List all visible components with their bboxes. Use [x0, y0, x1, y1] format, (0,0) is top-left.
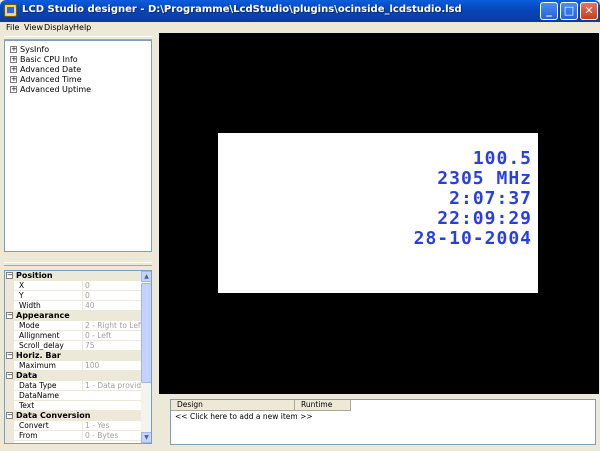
window-title: LCD Studio designer - D:\Programme\LcdSt…	[22, 4, 462, 15]
plugin-tree: + SysInfo + Basic CPU Info + Advanced Date + Ad…	[4, 40, 152, 252]
tree-item-label: SysInfo	[20, 45, 50, 54]
property-category[interactable]: − Appearance	[5, 311, 141, 321]
category-label: Position	[16, 271, 53, 280]
property-row[interactable]: DataName	[5, 391, 141, 401]
property-name: Width	[19, 301, 41, 310]
property-row[interactable]: Mode 2 - Right to Left	[5, 321, 141, 331]
property-name: Y	[19, 291, 24, 300]
property-value[interactable]: 0 - Bytes	[82, 431, 141, 440]
tree-item[interactable]: + Basic CPU Info	[10, 55, 78, 65]
expand-icon[interactable]: +	[10, 46, 17, 53]
column-header-design[interactable]: Design	[171, 400, 295, 411]
tree-item-label: Advanced Date	[20, 65, 82, 74]
property-value[interactable]: 0	[82, 291, 141, 300]
minimize-button[interactable]: _	[540, 2, 558, 20]
expand-icon[interactable]: +	[10, 86, 17, 93]
app-icon	[4, 4, 17, 17]
menu-display[interactable]: Display	[44, 23, 74, 32]
property-row[interactable]: X0	[5, 281, 141, 291]
property-row[interactable]: Y0	[5, 291, 141, 301]
tree-item[interactable]: + Advanced Time	[10, 75, 82, 85]
collapse-icon[interactable]: −	[6, 352, 13, 359]
category-label: Data Conversion	[16, 411, 91, 420]
menu-help[interactable]: Help	[73, 23, 91, 32]
tree-item-label: Advanced Time	[20, 75, 82, 84]
menu-file[interactable]: File	[6, 23, 19, 32]
property-name: Maximum	[19, 361, 56, 370]
tree-item[interactable]: + SysInfo	[10, 45, 49, 55]
category-label: Data	[16, 371, 38, 380]
tree-item-label: Advanced Uptime	[20, 85, 92, 94]
add-item-row[interactable]: << Click here to add a new item >>	[175, 412, 313, 421]
property-name: Mode	[19, 321, 40, 330]
property-pane-grip[interactable]	[4, 262, 152, 266]
lcd-line[interactable]: 2305 MHz	[437, 169, 532, 189]
design-canvas: 100.5 2305 MHz 2:07:37 22:09:29 28-10-2004	[159, 33, 599, 394]
tree-item[interactable]: + Advanced Uptime	[10, 85, 91, 95]
property-value[interactable]: 1 - Yes	[82, 421, 141, 430]
property-category[interactable]: − Data	[5, 371, 141, 381]
property-row[interactable]: Maximum 100	[5, 361, 141, 371]
lcd-line[interactable]: 2:07:37	[449, 189, 532, 209]
property-name: From	[19, 431, 38, 440]
category-label: Appearance	[16, 311, 70, 320]
property-grid: − Position X 0 Y 0 Width 40− Appearance Mode 2 - R…	[4, 270, 152, 444]
tree-item[interactable]: + Advanced Date	[10, 65, 81, 75]
property-value[interactable]: 75	[82, 341, 141, 350]
property-name: Scroll_delay	[19, 341, 64, 350]
property-name: Allignment	[19, 331, 60, 340]
property-value[interactable]: 100	[82, 361, 141, 370]
lcd-screen[interactable]: 100.5 2305 MHz 2:07:37 22:09:29 28-10-2004	[218, 133, 538, 293]
category-label: Horiz. Bar	[16, 351, 61, 360]
expand-icon[interactable]: +	[10, 66, 17, 73]
expand-icon[interactable]: +	[10, 76, 17, 83]
property-row[interactable]: Text	[5, 401, 141, 411]
scroll-thumb[interactable]	[141, 283, 151, 383]
property-value[interactable]: 40	[82, 301, 141, 310]
collapse-icon[interactable]: −	[6, 312, 13, 319]
property-name: Text	[19, 401, 35, 410]
expand-icon[interactable]: +	[10, 56, 17, 63]
column-header-runtime[interactable]: Runtime	[295, 400, 351, 411]
close-button[interactable]: ✕	[580, 2, 598, 20]
maximize-button[interactable]: □	[560, 2, 578, 20]
tree-item-label: Basic CPU Info	[20, 55, 78, 64]
lcd-line[interactable]: 22:09:29	[437, 209, 532, 229]
lcd-line[interactable]: 28-10-2004	[414, 229, 532, 249]
property-row[interactable]: Width 40	[5, 301, 141, 311]
property-value[interactable]: 2 - Right to Left	[82, 321, 141, 330]
collapse-icon[interactable]: −	[6, 412, 13, 419]
property-category[interactable]: − Horiz. Bar	[5, 351, 141, 361]
scroll-down-icon[interactable]: ▼	[141, 432, 151, 443]
title-bar: LCD Studio designer - D:\Programme\LcdSt…	[0, 0, 600, 22]
property-category[interactable]: − Data Conversion	[5, 411, 141, 421]
property-row[interactable]: From 0 - Bytes	[5, 431, 141, 441]
menu-view[interactable]: View	[24, 23, 43, 32]
property-value[interactable]: 1 - Data provider	[82, 381, 141, 390]
property-category[interactable]: − Position	[5, 271, 141, 281]
property-row[interactable]: Convert 1 - Yes	[5, 421, 141, 431]
property-row[interactable]: Allignment 0 - Left	[5, 331, 141, 341]
lcd-line[interactable]: 100.5	[473, 149, 532, 169]
item-list: Design Runtime << Click here to add a ne…	[170, 399, 596, 445]
property-value[interactable]: 0 - Left	[82, 331, 141, 340]
property-name: X	[19, 281, 25, 290]
property-name: Data Type	[19, 381, 57, 390]
property-row[interactable]: Data Type 1 - Data provider	[5, 381, 141, 391]
collapse-icon[interactable]: −	[6, 372, 13, 379]
collapse-icon[interactable]: −	[6, 272, 13, 279]
property-scrollbar[interactable]: ▲ ▼	[141, 271, 151, 443]
property-name: DataName	[19, 391, 60, 400]
property-value[interactable]: 0	[82, 281, 141, 290]
property-name: Convert	[19, 421, 49, 430]
property-row[interactable]: Scroll_delay 75	[5, 341, 141, 351]
scroll-up-icon[interactable]: ▲	[141, 271, 151, 282]
